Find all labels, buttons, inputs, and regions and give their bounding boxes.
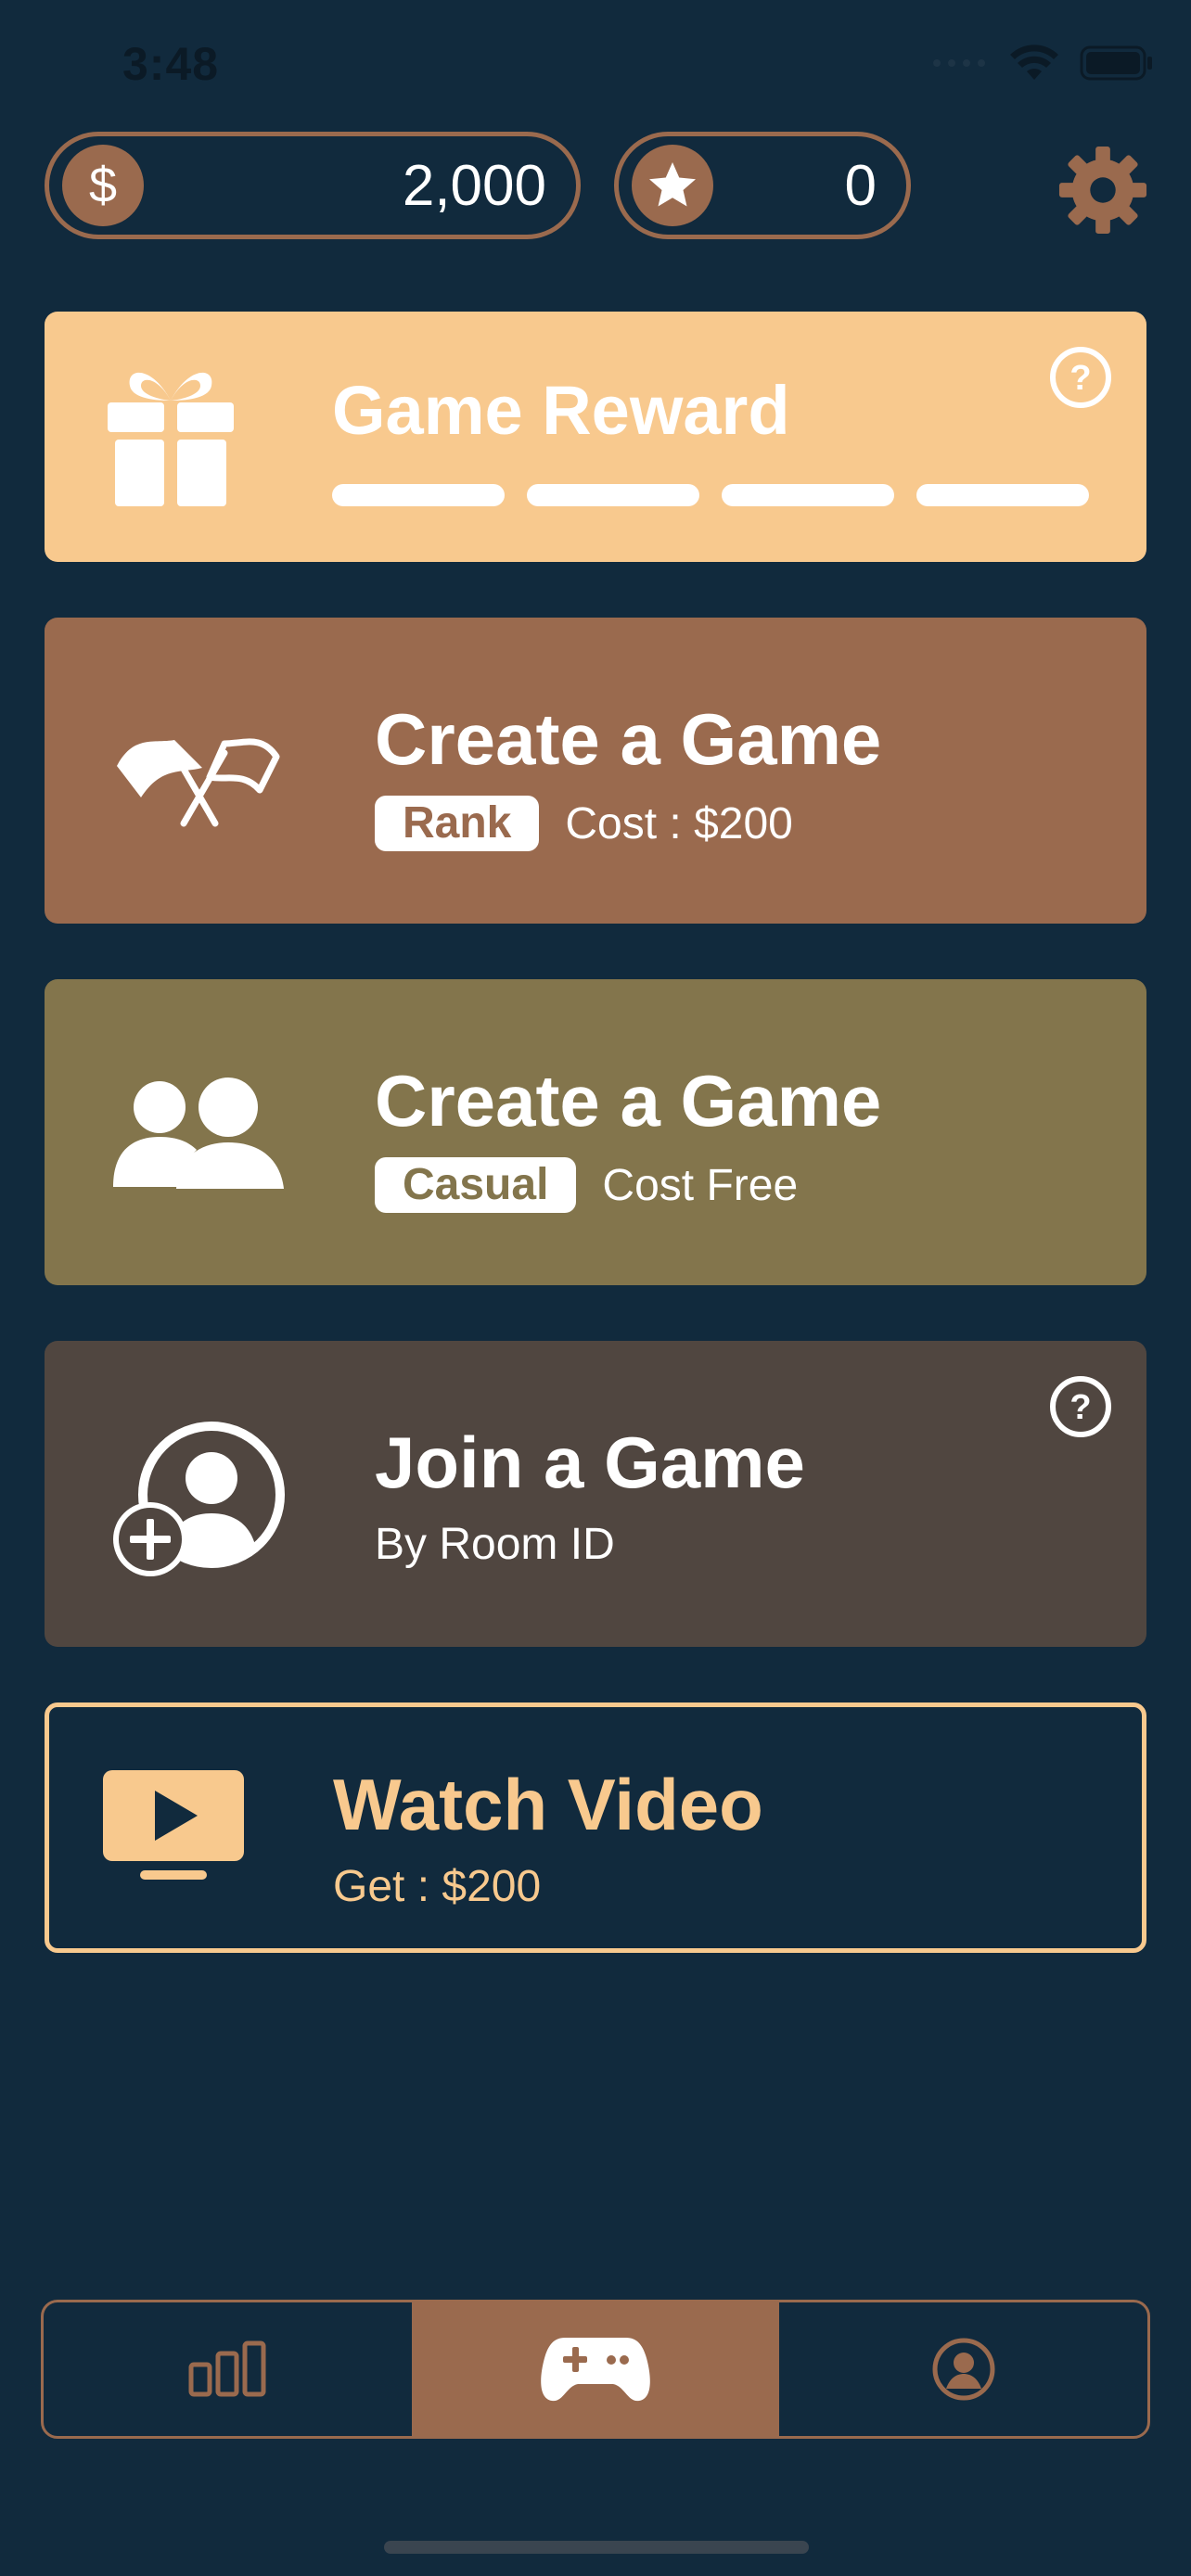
user-icon [932, 2338, 995, 2401]
bar-chart-icon [188, 2340, 266, 2397]
status-time: 3:48 [122, 38, 220, 90]
create-casual-game-card[interactable]: Create a Game Casual Cost Free [45, 979, 1146, 1285]
rank-cost: Cost : $200 [565, 798, 793, 848]
rank-game-subtitle: Rank Cost : $200 [375, 796, 793, 851]
svg-text:?: ? [1069, 1388, 1091, 1427]
crossed-flags-icon [117, 738, 280, 827]
svg-text:$: $ [89, 158, 117, 213]
watch-video-card[interactable]: Watch Video Get : $200 [45, 1702, 1146, 1953]
reward-title: Game Reward [332, 372, 790, 449]
watch-video-reward: Get : $200 [333, 1862, 542, 1911]
casual-game-title: Create a Game [375, 1060, 882, 1141]
svg-text:?: ? [1069, 359, 1091, 398]
help-icon[interactable]: ? [1048, 345, 1113, 410]
star-balance[interactable]: 0 [614, 132, 911, 239]
gamepad-icon [541, 2338, 650, 2402]
battery-icon [1080, 45, 1152, 81]
tab-games[interactable] [411, 2302, 780, 2436]
star-amount: 0 [844, 153, 877, 218]
casual-game-subtitle: Casual Cost Free [375, 1157, 798, 1213]
casual-cost: Cost Free [602, 1160, 799, 1210]
coin-amount: 2,000 [402, 153, 546, 218]
reward-progress-segment [722, 484, 894, 506]
tab-profile[interactable] [779, 2302, 1147, 2436]
reward-progress-segment [527, 484, 699, 506]
gift-icon [108, 372, 234, 506]
coin-balance[interactable]: $ 2,000 [45, 132, 581, 239]
rank-tag: Rank [375, 796, 540, 851]
dollar-coin-icon: $ [62, 145, 144, 226]
video-play-icon [103, 1770, 244, 1880]
group-users-icon [113, 1078, 284, 1189]
create-rank-game-card[interactable]: Create a Game Rank Cost : $200 [45, 618, 1146, 924]
settings-gear-icon[interactable] [1057, 145, 1148, 236]
casual-tag: Casual [375, 1157, 577, 1213]
rank-game-title: Create a Game [375, 698, 882, 780]
status-icons [931, 45, 1154, 82]
home-indicator[interactable] [384, 2541, 809, 2554]
join-game-title: Join a Game [375, 1422, 805, 1503]
game-reward-card[interactable]: Game Reward ? [45, 312, 1146, 562]
watch-video-title: Watch Video [333, 1764, 763, 1845]
reward-progress-segment [916, 484, 1089, 506]
reward-progress-segment [332, 484, 505, 506]
star-coin-icon [632, 145, 713, 226]
tab-leaderboard[interactable] [44, 2302, 412, 2436]
add-user-icon [113, 1422, 285, 1576]
bottom-tab-bar [41, 2300, 1150, 2439]
join-game-card[interactable]: Join a Game By Room ID ? [45, 1341, 1146, 1647]
signal-icon [933, 59, 985, 67]
help-icon[interactable]: ? [1048, 1374, 1113, 1439]
join-game-subtitle: By Room ID [375, 1520, 615, 1569]
wifi-icon [1010, 45, 1058, 80]
